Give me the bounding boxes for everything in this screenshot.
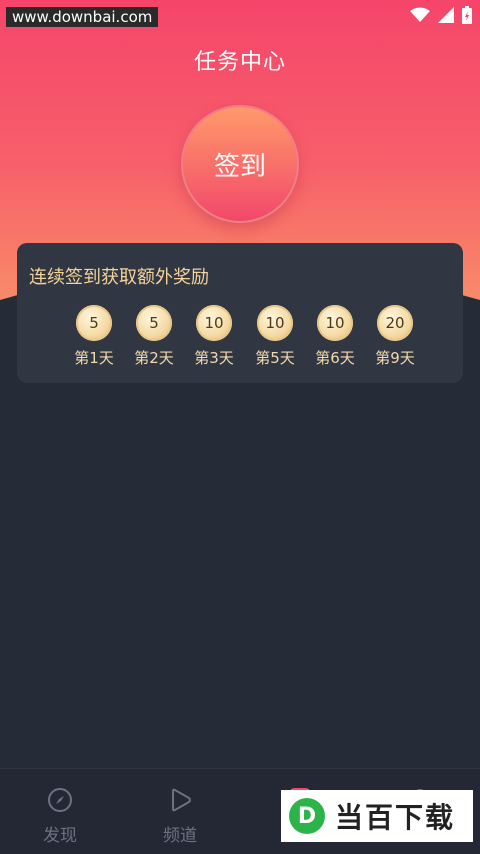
sign-in-button[interactable]: 签到 bbox=[183, 107, 297, 221]
nav-item-channel[interactable]: 频道 bbox=[140, 787, 220, 846]
coin-badge: 20 bbox=[377, 305, 413, 341]
play-icon bbox=[172, 788, 191, 812]
brand-text: 当百下载 bbox=[335, 801, 456, 834]
reward-day: 5 第2天 bbox=[129, 305, 179, 368]
reward-day: 10 第6天 bbox=[310, 305, 360, 368]
coin-badge: 10 bbox=[196, 305, 232, 341]
reward-card-title: 连续签到获取额外奖励 bbox=[29, 267, 209, 288]
day-label: 第3天 bbox=[194, 349, 234, 367]
coin-badge: 10 bbox=[257, 305, 293, 341]
brand-logo: D bbox=[289, 798, 325, 834]
day-label: 第9天 bbox=[375, 349, 415, 367]
reward-day: 10 第3天 bbox=[189, 305, 239, 368]
day-label: 第6天 bbox=[315, 349, 355, 367]
signal-icon bbox=[438, 7, 454, 23]
day-label: 第5天 bbox=[255, 349, 295, 367]
coin-badge: 10 bbox=[317, 305, 353, 341]
battery-icon bbox=[462, 6, 472, 24]
compass-icon bbox=[48, 788, 72, 812]
reward-card: 连续签到获取额外奖励 5 第1天 5 第2天 10 第3天 10 第5天 10 … bbox=[17, 243, 463, 383]
reward-day: 20 第9天 bbox=[370, 305, 420, 368]
coin-badge: 5 bbox=[136, 305, 172, 341]
status-bar: www.downbai.com bbox=[0, 0, 480, 32]
nav-item-discover[interactable]: 发现 bbox=[20, 787, 100, 846]
coin-badge: 5 bbox=[76, 305, 112, 341]
nav-label: 频道 bbox=[163, 826, 197, 846]
page-title: 任务中心 bbox=[193, 50, 286, 75]
reward-day: 10 第5天 bbox=[250, 305, 300, 368]
nav-label: 发现 bbox=[43, 826, 77, 846]
reward-day: 5 第1天 bbox=[69, 305, 119, 368]
watermark: www.downbai.com bbox=[6, 7, 159, 27]
brand-watermark: D 当百下载 bbox=[281, 790, 473, 842]
day-label: 第2天 bbox=[134, 349, 174, 367]
wifi-icon bbox=[410, 7, 430, 22]
reward-days: 5 第1天 5 第2天 10 第3天 10 第5天 10 第6天 20 第9天 bbox=[69, 305, 429, 375]
day-label: 第1天 bbox=[74, 349, 114, 367]
